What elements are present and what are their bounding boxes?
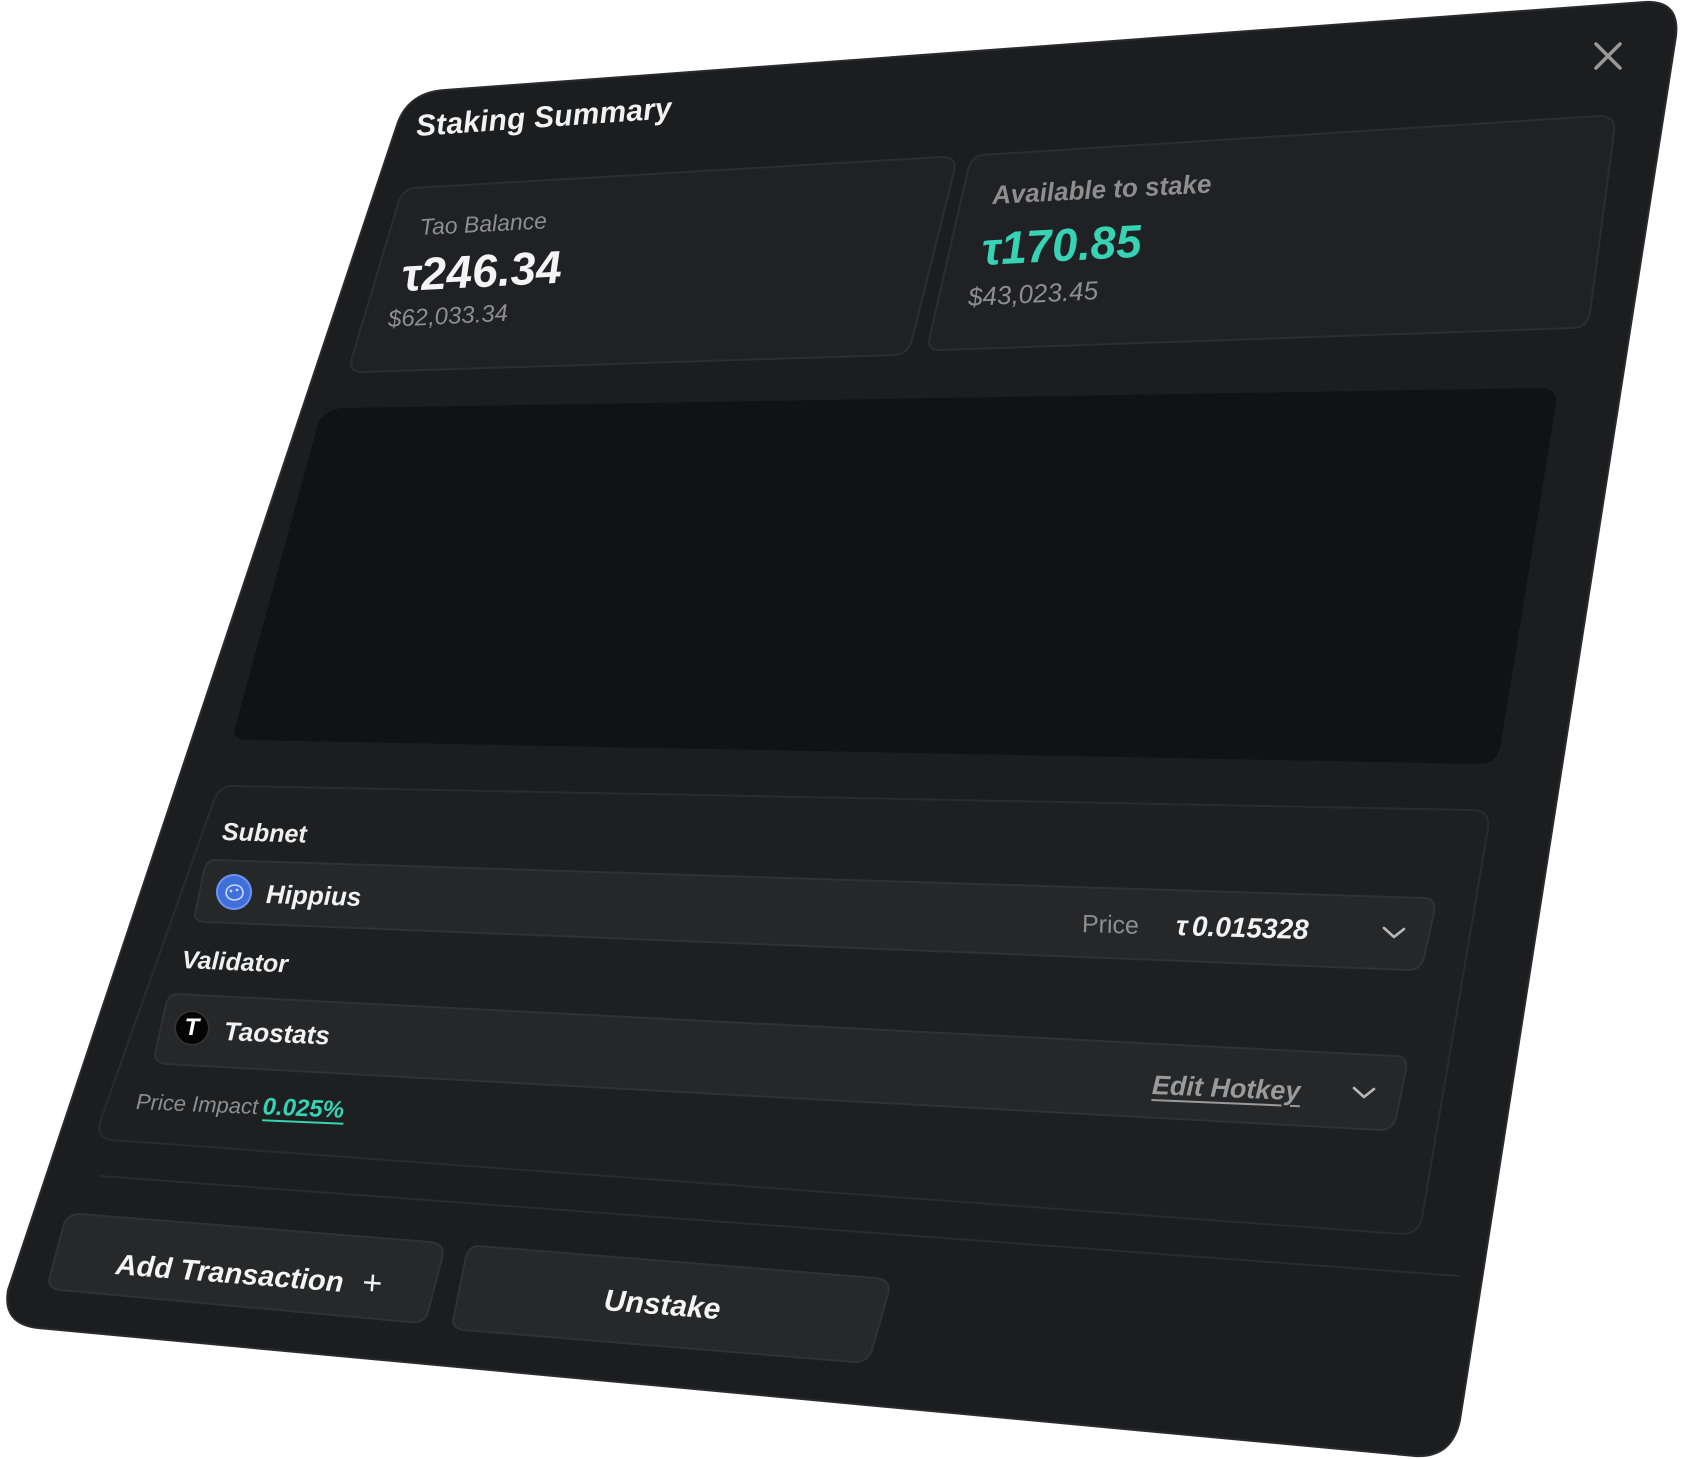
available-amount-group: τ170.85 xyxy=(981,214,1143,276)
plus-icon: + xyxy=(360,1263,384,1303)
subnet-price-label: Price xyxy=(1081,910,1140,940)
chevron-down-icon xyxy=(1352,1086,1376,1099)
chevron-down-icon xyxy=(1382,926,1406,939)
available-amount: 170.85 xyxy=(999,214,1143,274)
hippo-icon xyxy=(225,884,244,901)
subnet-dropdown-toggle[interactable] xyxy=(1378,920,1410,944)
validator-logo-letter: T xyxy=(184,1014,200,1041)
edit-hotkey-link[interactable]: Edit Hotkey xyxy=(1151,1070,1301,1107)
tao-balance-amount-group: τ246.34 xyxy=(401,240,563,302)
subnet-price-value: 0.015328 xyxy=(1191,910,1310,946)
close-button[interactable] xyxy=(1588,36,1628,76)
subnet-price-group: τ 0.015328 xyxy=(1175,910,1310,946)
price-tao-symbol: τ xyxy=(1175,910,1188,942)
subnet-name[interactable]: Hippius xyxy=(266,879,362,913)
close-icon xyxy=(1594,42,1622,70)
validator-name[interactable]: Taostats xyxy=(223,1016,330,1051)
modal-surface xyxy=(6,0,1678,1458)
validator-label: Validator xyxy=(181,946,289,979)
price-impact-label: Price Impact xyxy=(135,1089,259,1120)
subnet-label: Subnet xyxy=(221,818,308,849)
staking-modal-scene: Staking Summary Tao Balance τ246.34 $62,… xyxy=(0,0,1682,1459)
chart-area xyxy=(234,388,1557,764)
validator-dropdown-toggle[interactable] xyxy=(1348,1080,1380,1104)
price-impact-value[interactable]: 0.025% xyxy=(262,1093,344,1123)
validator-logo: T xyxy=(174,1010,210,1046)
tao-balance-amount: 246.34 xyxy=(419,240,563,300)
subnet-icon xyxy=(216,874,252,910)
